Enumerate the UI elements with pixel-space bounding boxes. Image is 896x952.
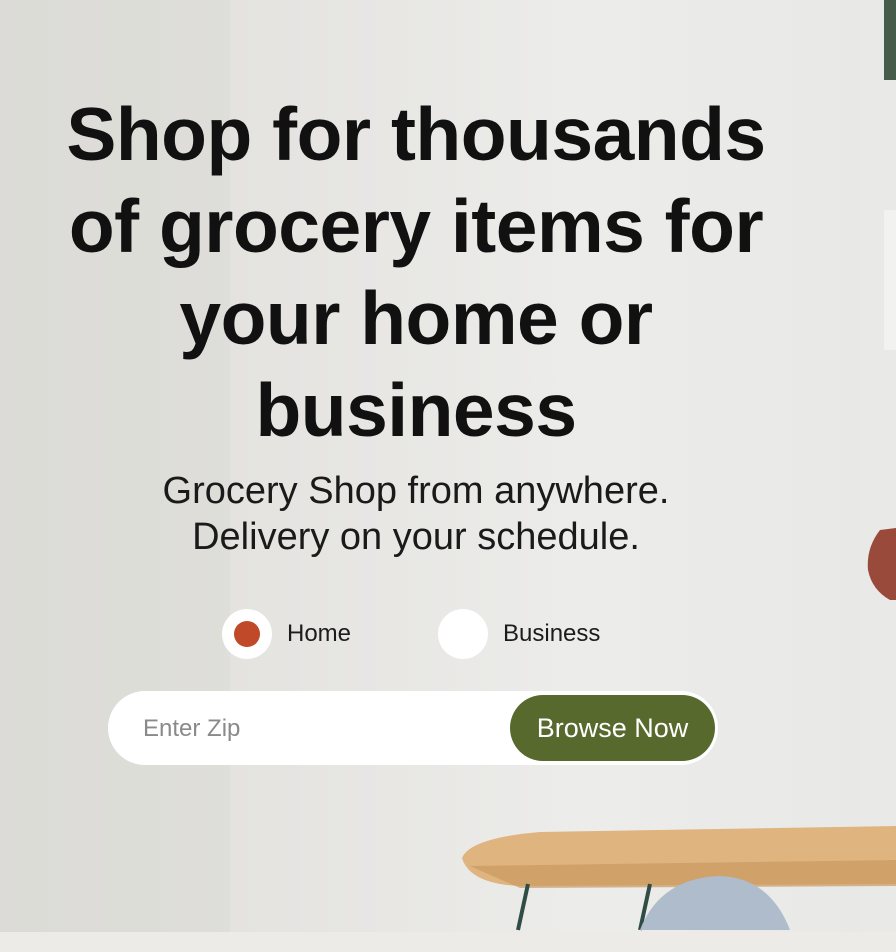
headline-line: your home or [179, 276, 653, 360]
page-title: Shop for thousands of grocery items for … [40, 88, 792, 456]
zip-search-bar: Browse Now [108, 691, 718, 765]
home-option-label: Home [287, 620, 352, 647]
radio-selected-dot [234, 621, 260, 647]
home-radio[interactable] [222, 609, 272, 659]
hero-text: Shop for thousands of grocery items for … [40, 88, 792, 560]
business-radio[interactable] [438, 609, 488, 659]
customer-type-selector: Home Business [222, 609, 642, 659]
subhead-line: Delivery on your schedule. [192, 516, 640, 558]
business-option-label: Business [503, 620, 601, 647]
headline-line: of grocery items for [68, 184, 764, 268]
subhead-line: Grocery Shop from anywhere. [162, 470, 670, 512]
subheading: Grocery Shop from anywhere. Delivery on … [40, 468, 792, 560]
home-option[interactable]: Home [222, 609, 351, 659]
section-divider [0, 932, 896, 952]
headline-line: business [255, 368, 577, 452]
business-option[interactable]: Business [438, 609, 600, 659]
zip-input[interactable] [141, 707, 505, 751]
browse-now-button[interactable]: Browse Now [510, 695, 715, 761]
headline-line: Shop for thousands [66, 92, 766, 176]
